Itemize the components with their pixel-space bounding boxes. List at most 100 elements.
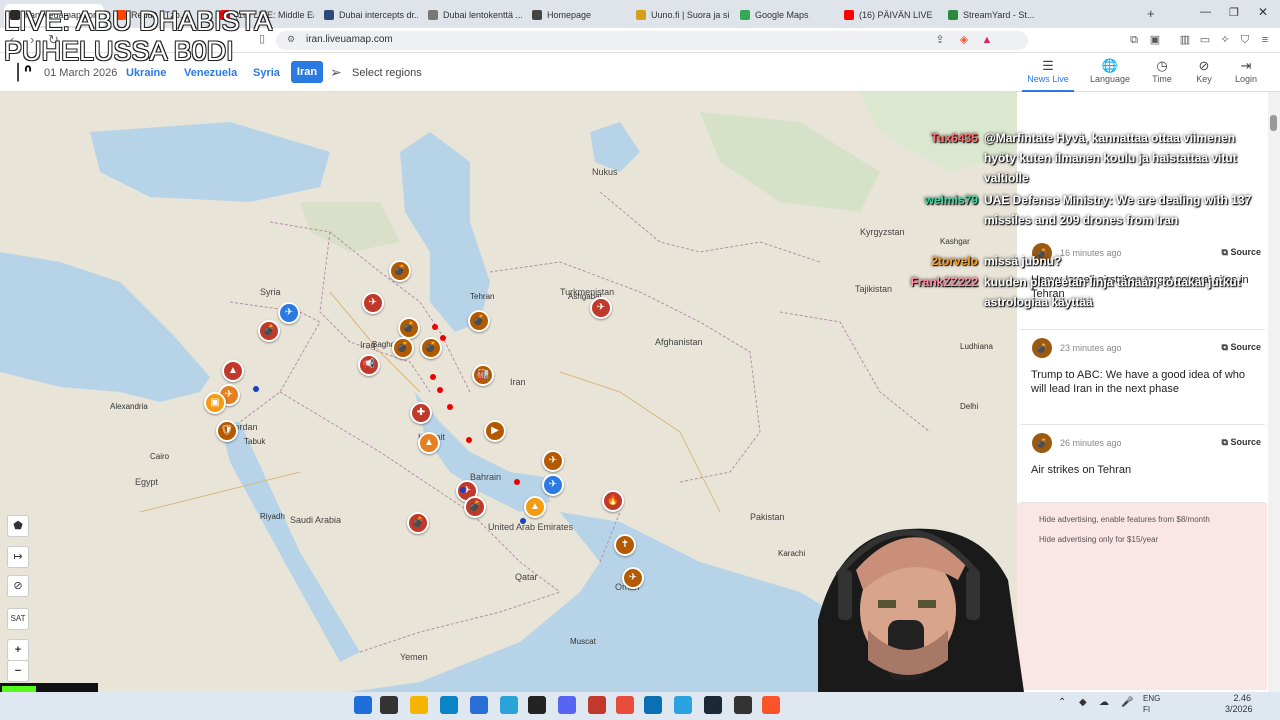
nav-login[interactable]: ⇥ Login bbox=[1220, 58, 1272, 84]
steam-icon[interactable] bbox=[704, 696, 722, 714]
close-window-icon[interactable]: ✕ bbox=[1258, 5, 1268, 19]
new-tab-icon[interactable]: + bbox=[1147, 6, 1155, 21]
map-event-marker-icon[interactable]: 💣 bbox=[464, 496, 486, 518]
map-event-marker-icon[interactable]: ▲ bbox=[418, 432, 440, 454]
region-link-syria[interactable]: Syria bbox=[253, 67, 280, 79]
brave-icon[interactable] bbox=[762, 696, 780, 714]
map-event-dot[interactable] bbox=[432, 324, 438, 330]
hide-ads-yearly-link[interactable]: Hide advertising only for $15/year bbox=[1039, 535, 1158, 544]
map-event-dot[interactable] bbox=[466, 437, 472, 443]
news-item[interactable]: 💣 23 minutes ago ⧉ Source Trump to ABC: We … bbox=[1020, 330, 1265, 425]
screenshot-icon[interactable]: ▣ bbox=[1148, 33, 1162, 47]
extensions-icon[interactable]: ⧉ bbox=[1127, 33, 1141, 47]
leo-icon[interactable]: ✧ bbox=[1218, 33, 1232, 47]
browser-tab[interactable]: Homepage bbox=[526, 4, 626, 26]
map-event-marker-icon[interactable]: 🏭 bbox=[472, 364, 494, 386]
app-icon[interactable] bbox=[588, 696, 606, 714]
filezilla-icon[interactable] bbox=[616, 696, 634, 714]
map-event-dot[interactable] bbox=[430, 374, 436, 380]
minimize-icon[interactable]: — bbox=[1200, 6, 1211, 18]
windows-start-icon[interactable] bbox=[354, 696, 372, 714]
zoom-in-button[interactable]: + bbox=[7, 639, 29, 661]
maximize-icon[interactable]: ❐ bbox=[1229, 6, 1239, 19]
discord-icon[interactable] bbox=[558, 696, 576, 714]
browser-tab[interactable]: Dubai lentokenttä ... bbox=[422, 4, 522, 26]
map-event-marker-icon[interactable]: ✈ bbox=[622, 567, 644, 589]
map-event-dot[interactable] bbox=[447, 404, 453, 410]
map-event-dot[interactable] bbox=[437, 387, 443, 393]
map-event-marker-icon[interactable]: 🔥 bbox=[602, 490, 624, 512]
map-event-marker-icon[interactable]: 💣 bbox=[407, 512, 429, 534]
map-event-marker-icon[interactable]: 💣 bbox=[468, 310, 490, 332]
news-source-link[interactable]: ⧉ Source bbox=[1222, 342, 1261, 353]
map-event-marker-icon[interactable]: ✈ bbox=[278, 302, 300, 324]
region-link-ukraine[interactable]: Ukraine bbox=[126, 67, 166, 79]
map-event-marker-icon[interactable]: ✈ bbox=[362, 292, 384, 314]
map-event-marker-icon[interactable]: ✝ bbox=[614, 534, 636, 556]
browser-tab[interactable]: (16) PÄIVÄN LIVE bbox=[838, 4, 938, 26]
draw-polygon-icon[interactable]: ⬟ bbox=[7, 515, 29, 537]
map-event-marker-icon[interactable]: ✈ bbox=[590, 297, 612, 319]
map-event-marker-icon[interactable]: 💣 bbox=[398, 317, 420, 339]
browser-tab[interactable]: StreamYard - St... bbox=[942, 4, 1042, 26]
map-event-dot[interactable] bbox=[440, 335, 446, 341]
current-date[interactable]: 01 March 2026 bbox=[44, 67, 117, 79]
map-event-marker-icon[interactable]: 💣 bbox=[258, 320, 280, 342]
measure-icon[interactable]: ↦ bbox=[7, 546, 29, 568]
map-event-marker-icon[interactable]: ✈ bbox=[542, 450, 564, 472]
share-icon[interactable]: ⇪ bbox=[933, 33, 947, 47]
edge-icon[interactable] bbox=[440, 696, 458, 714]
wallet-icon[interactable]: ▭ bbox=[1198, 33, 1212, 47]
map-event-dot[interactable] bbox=[514, 479, 520, 485]
brave-shield-icon[interactable]: ◈ bbox=[957, 33, 971, 47]
dropbox-icon[interactable]: ◆ bbox=[1079, 697, 1087, 708]
nav-globe[interactable]: 🌐 Language bbox=[1084, 58, 1136, 84]
menu-icon[interactable]: ≡ bbox=[1258, 33, 1272, 47]
file-explorer-icon[interactable] bbox=[410, 696, 428, 714]
map-event-marker-icon[interactable]: 🛡 bbox=[216, 420, 238, 442]
map-label: Saudi Arabia bbox=[290, 515, 342, 525]
news-item[interactable]: 💣 26 minutes ago ⧉ Source Air strikes on Te… bbox=[1020, 425, 1265, 503]
system-clock[interactable]: 2.46 3/2026 bbox=[1225, 693, 1253, 715]
terminal-icon[interactable] bbox=[734, 696, 752, 714]
hide-layers-icon[interactable]: ⊘ bbox=[7, 575, 29, 597]
chatgpt-icon[interactable] bbox=[528, 696, 546, 714]
satellite-toggle[interactable]: SAT bbox=[7, 608, 29, 630]
map-event-dot[interactable] bbox=[253, 386, 259, 392]
map-event-marker-icon[interactable]: ▶ bbox=[484, 420, 506, 442]
scrollbar-thumb[interactable] bbox=[1270, 115, 1277, 131]
snipping-tool-icon[interactable] bbox=[500, 696, 518, 714]
map-event-marker-icon[interactable]: ✈ bbox=[542, 474, 564, 496]
sidebar-scrollbar[interactable] bbox=[1268, 92, 1280, 692]
map-event-marker-icon[interactable]: ▣ bbox=[204, 392, 226, 414]
input-language[interactable]: ENG FI bbox=[1143, 693, 1160, 715]
network-icon[interactable]: ☁ bbox=[1099, 697, 1109, 708]
map-event-dot[interactable] bbox=[460, 487, 466, 493]
remote-desktop-icon[interactable] bbox=[644, 696, 662, 714]
browser-tab[interactable]: Google Maps bbox=[734, 4, 834, 26]
telegram-icon[interactable] bbox=[674, 696, 692, 714]
tray-chevron-icon[interactable]: ⌃ bbox=[1058, 697, 1066, 708]
map-event-marker-icon[interactable]: 💣 bbox=[392, 337, 414, 359]
news-source-link[interactable]: ⧉ Source bbox=[1222, 437, 1261, 448]
vpn-icon[interactable]: ⛉ bbox=[1238, 33, 1252, 47]
map-event-marker-icon[interactable]: 📢 bbox=[358, 354, 380, 376]
sidebar-toggle-icon[interactable]: ▥ bbox=[1178, 33, 1192, 47]
map-event-marker-icon[interactable]: ✚ bbox=[410, 402, 432, 424]
microphone-icon[interactable]: 🎤 bbox=[1121, 697, 1133, 708]
zoom-out-button[interactable]: − bbox=[7, 660, 29, 682]
map-event-marker-icon[interactable]: ▲ bbox=[524, 496, 546, 518]
region-link-venezuela[interactable]: Venezuela bbox=[184, 67, 237, 79]
select-regions-link[interactable]: Select regions bbox=[352, 67, 422, 79]
map-event-marker-icon[interactable]: ▲ bbox=[222, 360, 244, 382]
map-event-marker-icon[interactable]: 💣 bbox=[420, 337, 442, 359]
map-event-dot[interactable] bbox=[520, 518, 526, 524]
map-label: Muscat bbox=[570, 637, 596, 646]
hide-ads-monthly-link[interactable]: Hide advertising, enable features from $… bbox=[1039, 515, 1210, 524]
brave-rewards-icon[interactable]: ▲ bbox=[980, 33, 994, 47]
browser-tab[interactable]: Uuno.fi | Suora ja si... bbox=[630, 4, 730, 26]
map-event-marker-icon[interactable]: 💣 bbox=[389, 260, 411, 282]
nav-news[interactable]: ☰ News Live bbox=[1022, 58, 1074, 92]
task-view-icon[interactable] bbox=[380, 696, 398, 714]
store-icon[interactable] bbox=[470, 696, 488, 714]
